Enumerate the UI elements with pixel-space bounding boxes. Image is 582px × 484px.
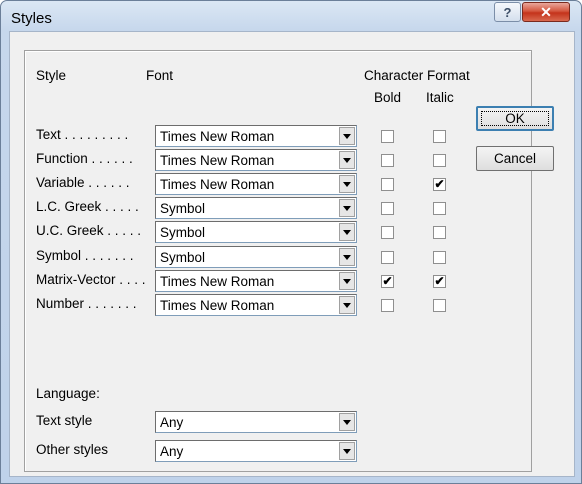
bold-checkbox[interactable] (381, 130, 394, 143)
italic-checkbox[interactable] (433, 202, 446, 215)
italic-checkbox[interactable] (433, 154, 446, 167)
language-heading: Language: (36, 386, 100, 401)
bold-checkbox[interactable] (381, 251, 394, 264)
font-dropdown-value: Times New Roman (160, 298, 275, 313)
character-format-header: Character Format (364, 68, 470, 83)
style-column-header: Style (36, 68, 67, 83)
style-row-label: Number . . . . . . . (36, 296, 137, 311)
font-dropdown[interactable]: Symbol (155, 221, 357, 243)
font-dropdown-value: Symbol (160, 250, 206, 265)
text-style-label: Text style (36, 413, 93, 428)
bold-checkbox[interactable] (381, 154, 394, 167)
italic-column-header: Italic (426, 90, 454, 105)
font-dropdown[interactable]: Times New Roman (155, 270, 357, 292)
font-dropdown[interactable]: Times New Roman (155, 125, 357, 147)
font-dropdown-value: Symbol (160, 225, 206, 240)
italic-checkbox[interactable] (433, 299, 446, 312)
style-row-label: U.C. Greek . . . . . (36, 223, 142, 238)
close-button[interactable]: ✕ (522, 2, 570, 22)
dropdown-arrow-icon[interactable] (339, 223, 355, 241)
help-icon: ? (503, 4, 512, 20)
italic-checkbox[interactable]: ✔ (433, 275, 446, 288)
bold-column-header: Bold (374, 90, 402, 105)
checkmark-icon: ✔ (382, 274, 393, 288)
font-dropdown[interactable]: Times New Roman (155, 294, 357, 316)
dropdown-arrow-icon[interactable] (339, 199, 355, 217)
font-dropdown[interactable]: Times New Roman (155, 173, 357, 195)
style-row-label: Variable . . . . . . (36, 175, 130, 190)
italic-checkbox[interactable] (433, 130, 446, 143)
window-title: Styles (11, 10, 52, 27)
font-dropdown[interactable]: Symbol (155, 246, 357, 268)
dropdown-arrow-icon[interactable] (339, 127, 355, 145)
font-dropdown-value: Times New Roman (160, 153, 275, 168)
dropdown-arrow-icon[interactable] (339, 272, 355, 290)
dropdown-arrow-icon[interactable] (339, 413, 355, 431)
bold-checkbox[interactable] (381, 178, 394, 191)
cancel-button-label: Cancel (493, 151, 537, 166)
bold-checkbox[interactable]: ✔ (381, 275, 394, 288)
focus-rectangle (481, 111, 549, 126)
dropdown-arrow-icon[interactable] (339, 442, 355, 460)
font-dropdown-value: Times New Roman (160, 129, 275, 144)
font-dropdown-value: Symbol (160, 201, 206, 216)
checkmark-icon: ✔ (434, 177, 445, 191)
dropdown-arrow-icon[interactable] (339, 175, 355, 193)
italic-checkbox[interactable] (433, 226, 446, 239)
ok-button[interactable]: OK (476, 106, 554, 131)
text-style-value: Any (160, 415, 184, 430)
font-dropdown-value: Times New Roman (160, 177, 275, 192)
bold-checkbox[interactable] (381, 226, 394, 239)
styles-dialog: Styles ? ✕ Style Font Character Format B… (0, 0, 582, 484)
dropdown-arrow-icon[interactable] (339, 296, 355, 314)
dropdown-arrow-icon[interactable] (339, 248, 355, 266)
font-dropdown-value: Times New Roman (160, 274, 275, 289)
other-styles-value: Any (160, 444, 184, 459)
bold-checkbox[interactable] (381, 202, 394, 215)
dropdown-arrow-icon[interactable] (339, 151, 355, 169)
dialog-body: Style Font Character Format Bold Italic … (9, 31, 575, 477)
help-button[interactable]: ? (494, 2, 521, 22)
style-row-label: Function . . . . . . (36, 151, 133, 166)
style-row-label: L.C. Greek . . . . . (36, 199, 139, 214)
style-row-label: Symbol . . . . . . . (36, 248, 134, 263)
close-icon: ✕ (540, 3, 552, 20)
text-style-dropdown[interactable]: Any (155, 411, 357, 433)
cancel-button[interactable]: Cancel (476, 146, 554, 171)
font-column-header: Font (146, 68, 174, 83)
style-row-label: Text . . . . . . . . . (36, 127, 129, 142)
other-styles-label: Other styles (36, 442, 109, 457)
other-styles-dropdown[interactable]: Any (155, 440, 357, 462)
italic-checkbox[interactable]: ✔ (433, 178, 446, 191)
italic-checkbox[interactable] (433, 251, 446, 264)
font-dropdown[interactable]: Symbol (155, 197, 357, 219)
font-dropdown[interactable]: Times New Roman (155, 149, 357, 171)
style-row-label: Matrix-Vector . . . . (36, 272, 146, 287)
bold-checkbox[interactable] (381, 299, 394, 312)
checkmark-icon: ✔ (434, 274, 445, 288)
